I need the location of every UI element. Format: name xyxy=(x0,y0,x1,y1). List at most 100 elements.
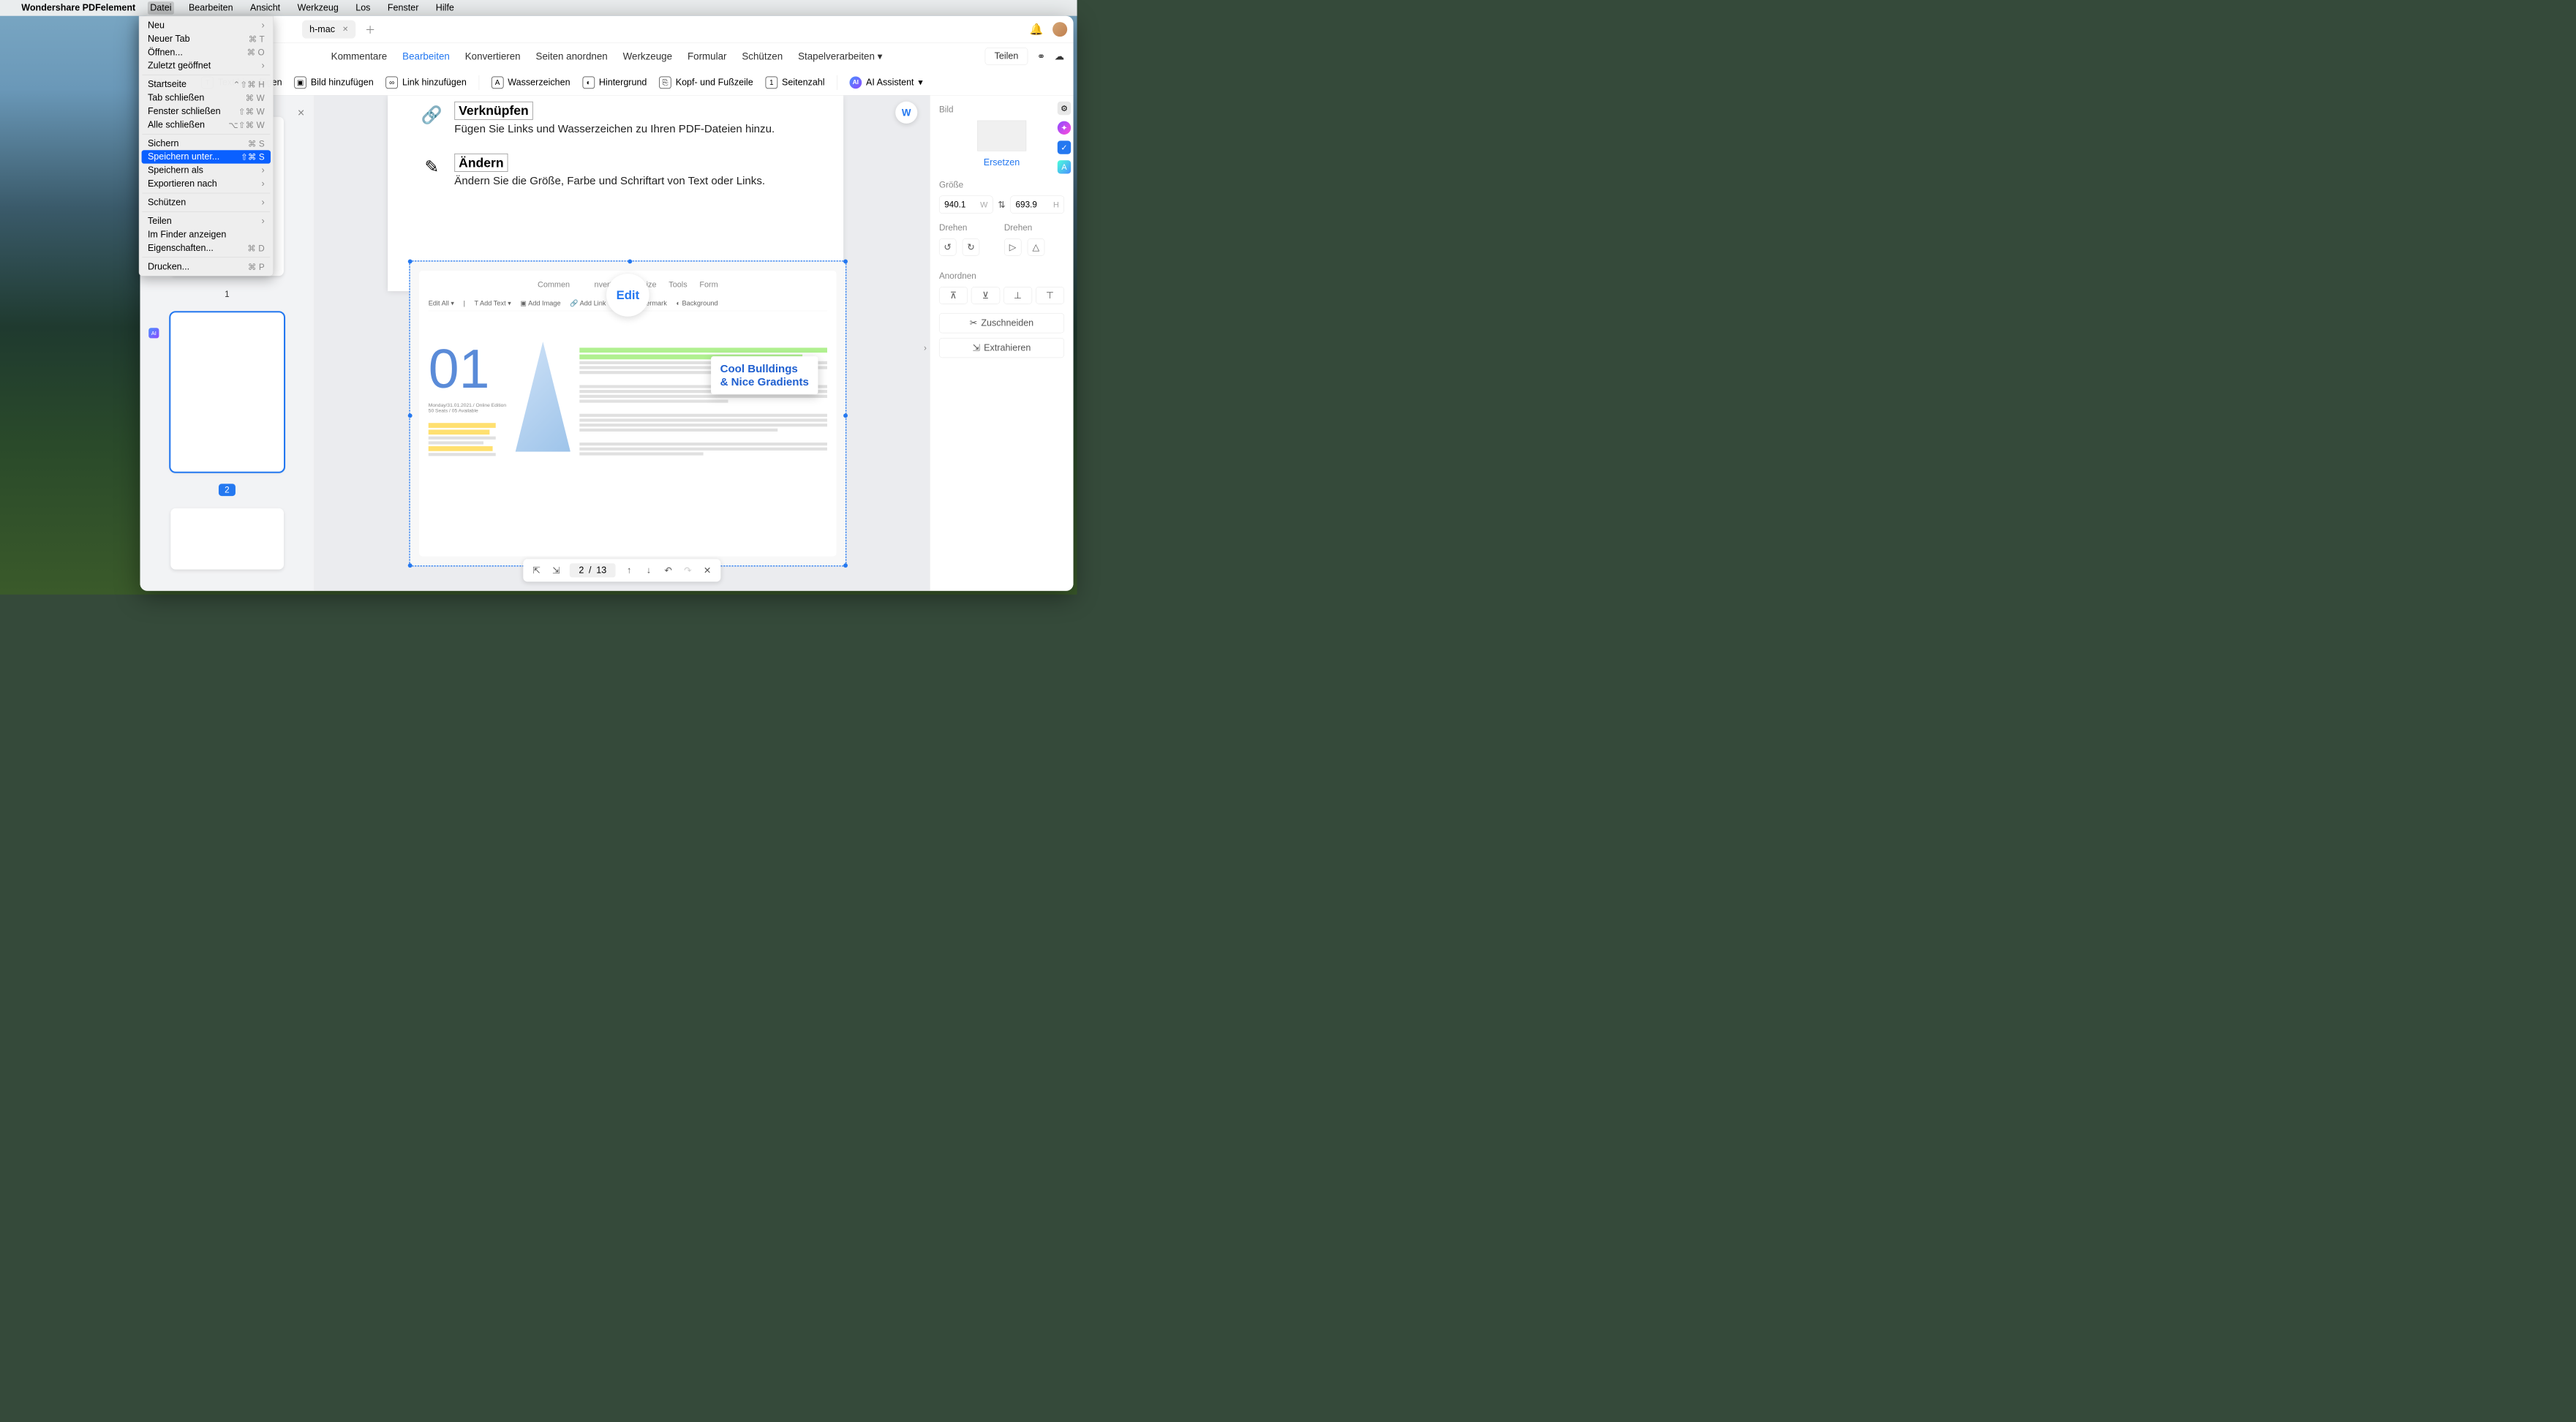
nav-top-icon[interactable]: ⇱ xyxy=(530,565,543,576)
image-preview xyxy=(977,121,1026,151)
panel-title: Bild xyxy=(939,105,1064,114)
nav-prev-icon[interactable]: ↑ xyxy=(623,565,636,576)
watermark-button[interactable]: AWasserzeichen xyxy=(492,76,570,89)
replace-link[interactable]: Ersetzen xyxy=(939,157,1064,168)
rail-assistant-icon[interactable]: A xyxy=(1058,160,1071,173)
flip-v-button[interactable]: △ xyxy=(1028,238,1044,255)
resize-handle[interactable] xyxy=(843,413,848,418)
arrange-front-button[interactable]: ⊼ xyxy=(939,287,968,304)
tab-schuetzen[interactable]: Schützen xyxy=(742,50,783,61)
edit-title: Ändern xyxy=(454,154,508,172)
tab-kommentare[interactable]: Kommentare xyxy=(331,50,388,61)
tab-seiten-anordnen[interactable]: Seiten anordnen xyxy=(536,50,608,61)
menu-datei[interactable]: Datei xyxy=(148,1,174,15)
menu-ansicht[interactable]: Ansicht xyxy=(248,1,283,15)
page-thumbnail-2[interactable] xyxy=(170,312,284,471)
link-section-icon: 🔗 xyxy=(418,102,445,129)
new-tab-button[interactable]: ＋ xyxy=(365,22,375,37)
notification-icon[interactable]: 🔔 xyxy=(1030,23,1044,36)
link-share-icon[interactable]: ⚭ xyxy=(1037,50,1045,62)
callout-text: Cool Bulldings& Nice Gradients xyxy=(711,356,818,394)
page-thumbnail-3[interactable] xyxy=(170,508,284,570)
resize-handle[interactable] xyxy=(408,260,413,264)
rotate-label-right: Drehen xyxy=(1004,222,1064,232)
selected-image[interactable]: Edit Commen nvert Organize Tools Form Ed… xyxy=(409,260,846,566)
rail-check-icon[interactable]: ✓ xyxy=(1058,140,1071,154)
menu-neu[interactable]: Neu› xyxy=(139,19,273,32)
tab-title: h-mac xyxy=(309,24,335,34)
add-link-button[interactable]: ∞Link hinzufügen xyxy=(385,76,466,89)
background-button[interactable]: ◐Hintergrund xyxy=(582,76,647,89)
document-canvas[interactable]: 🔗 Verknüpfen Fügen Sie Links und Wasserz… xyxy=(315,95,930,590)
resize-handle[interactable] xyxy=(628,260,632,264)
add-image-button[interactable]: ▣Bild hinzufügen xyxy=(294,76,373,89)
page-input[interactable]: 2 / 13 xyxy=(570,563,616,577)
menu-im-finder-anzeigen[interactable]: Im Finder anzeigen xyxy=(139,227,273,241)
page-number-button[interactable]: 1Seitenzahl xyxy=(765,76,824,89)
user-avatar[interactable] xyxy=(1052,22,1067,37)
share-button[interactable]: Teilen xyxy=(985,48,1028,64)
tab-bearbeiten[interactable]: Bearbeiten xyxy=(402,50,450,61)
scroll-right-icon[interactable]: › xyxy=(924,343,927,353)
resize-handle[interactable] xyxy=(408,413,413,418)
cloud-upload-icon[interactable]: ☁ xyxy=(1055,50,1064,62)
thumbnails-close-icon[interactable]: ✕ xyxy=(297,108,305,118)
menu-fenster-schliessen[interactable]: Fenster schließen⇧⌘ W xyxy=(139,105,273,118)
tab-konvertieren[interactable]: Konvertieren xyxy=(465,50,521,61)
rail-ai-icon[interactable]: ✦ xyxy=(1058,121,1071,135)
arrange-back-button[interactable]: ⊤ xyxy=(1036,287,1064,304)
nav-close-icon[interactable]: ✕ xyxy=(701,565,714,576)
thumb-label-2: 2 xyxy=(219,484,236,496)
menu-bearbeiten[interactable]: Bearbeiten xyxy=(187,1,236,15)
ai-assistant-button[interactable]: AIAI Assistent ▾ xyxy=(849,76,922,89)
rotate-cw-button[interactable]: ↻ xyxy=(963,238,979,255)
height-input[interactable] xyxy=(1016,200,1047,209)
tab-formular[interactable]: Formular xyxy=(688,50,727,61)
menu-alle-schliessen[interactable]: Alle schließen⌥⇧⌘ W xyxy=(139,118,273,131)
nav-redo-icon[interactable]: ↷ xyxy=(682,565,694,576)
word-convert-float-button[interactable]: W xyxy=(895,102,917,124)
flip-h-button[interactable]: ▷ xyxy=(1004,238,1021,255)
menu-hilfe[interactable]: Hilfe xyxy=(433,1,456,15)
nav-next-icon[interactable]: ↓ xyxy=(643,565,655,576)
header-footer-button[interactable]: ⎘Kopf- und Fußzeile xyxy=(659,76,753,89)
ai-side-icon[interactable]: AI xyxy=(148,328,159,338)
tab-werkzeuge[interactable]: Werkzeuge xyxy=(623,50,672,61)
menu-zuletzt-geoeffnet[interactable]: Zuletzt geöffnet› xyxy=(139,59,273,72)
tab-close-icon[interactable]: ✕ xyxy=(342,25,348,34)
crop-button[interactable]: ✂ Zuschneiden xyxy=(939,313,1064,333)
menu-neuer-tab[interactable]: Neuer Tab⌘ T xyxy=(139,32,273,45)
tab-stapelverarbeiten[interactable]: Stapelverarbeiten ▾ xyxy=(798,50,882,62)
menu-speichern-unter[interactable]: Speichern unter...⇧⌘ S xyxy=(142,150,271,163)
resize-handle[interactable] xyxy=(843,563,848,568)
rotate-ccw-button[interactable]: ↺ xyxy=(939,238,956,255)
extract-button[interactable]: ⇲ Extrahieren xyxy=(939,338,1064,358)
arrange-backward-button[interactable]: ⊥ xyxy=(1003,287,1032,304)
nav-undo-icon[interactable]: ↶ xyxy=(662,565,674,576)
edit-toolbar: Alle ▾ TText hinzufügen ▣Bild hinzufügen… xyxy=(140,69,1073,95)
rail-properties-icon[interactable]: ⚙ xyxy=(1058,102,1071,115)
menu-fenster[interactable]: Fenster xyxy=(385,1,421,15)
resize-handle[interactable] xyxy=(408,563,413,568)
menu-oeffnen[interactable]: Öffnen...⌘ O xyxy=(139,45,273,59)
height-field[interactable]: H xyxy=(1010,196,1064,214)
menu-schuetzen[interactable]: Schützen› xyxy=(139,196,273,209)
menu-sichern[interactable]: Sichern⌘ S xyxy=(139,137,273,150)
arrange-forward-button[interactable]: ⊻ xyxy=(971,287,1000,304)
document-tab[interactable]: h-mac ✕ xyxy=(302,20,355,38)
menu-startseite[interactable]: Startseite⌃⇧⌘ H xyxy=(139,78,273,91)
resize-handle[interactable] xyxy=(843,260,848,264)
menu-speichern-als[interactable]: Speichern als› xyxy=(139,164,273,177)
menu-eigenschaften[interactable]: Eigenschaften...⌘ D xyxy=(139,241,273,255)
menu-exportieren-nach[interactable]: Exportieren nach› xyxy=(139,177,273,190)
lock-aspect-icon[interactable]: ⇅ xyxy=(998,199,1006,210)
menu-werkzeug[interactable]: Werkzeug xyxy=(295,1,341,15)
width-input[interactable] xyxy=(944,200,975,209)
nav-bottom-icon[interactable]: ⇲ xyxy=(550,565,562,576)
menu-tab-schliessen[interactable]: Tab schließen⌘ W xyxy=(139,91,273,105)
menu-los[interactable]: Los xyxy=(353,1,373,15)
titlebar: h-mac ✕ ＋ 🔔 xyxy=(140,16,1073,43)
menu-drucken[interactable]: Drucken...⌘ P xyxy=(139,260,273,273)
width-field[interactable]: W xyxy=(939,196,993,214)
menu-teilen[interactable]: Teilen› xyxy=(139,214,273,227)
